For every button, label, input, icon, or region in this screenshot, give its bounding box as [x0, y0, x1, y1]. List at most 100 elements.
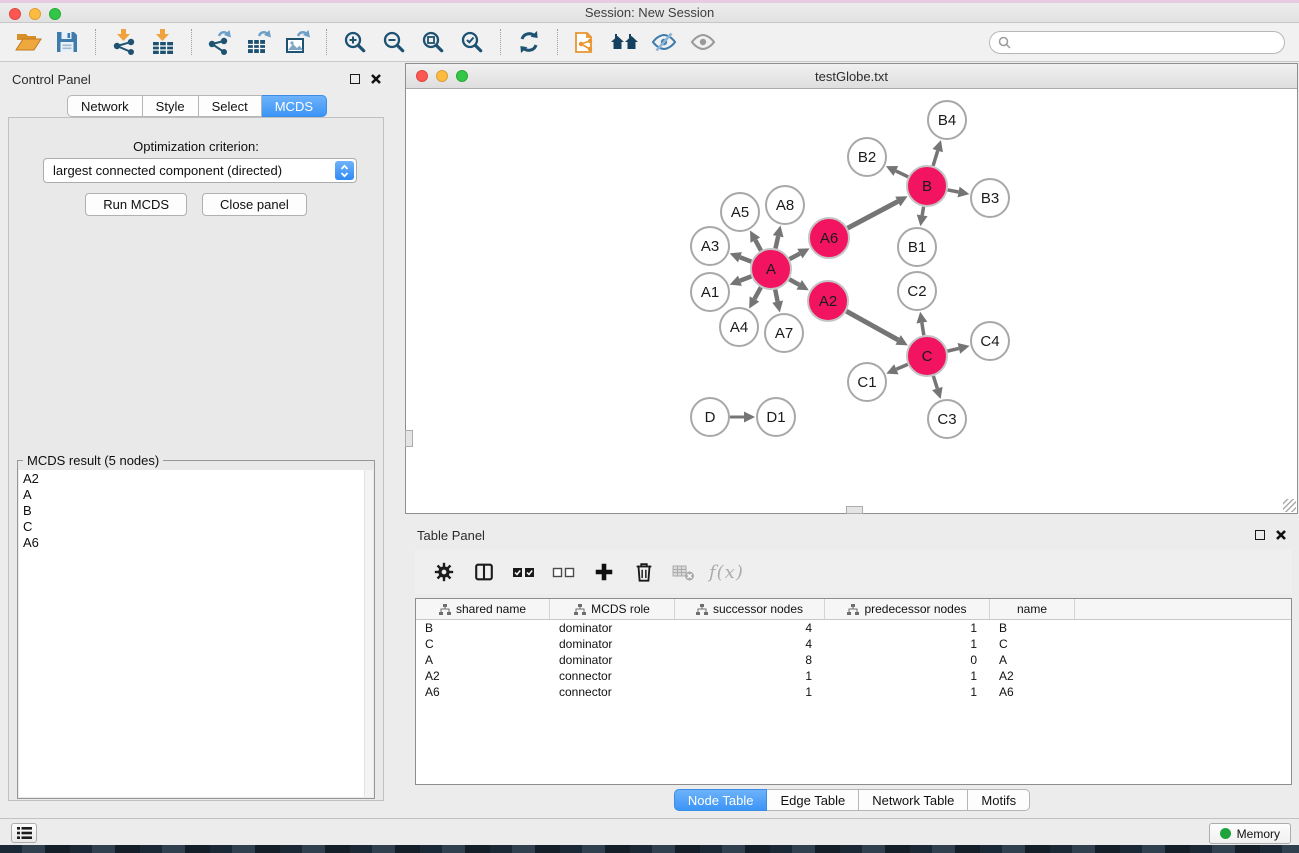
table-cell[interactable]: C	[990, 637, 1075, 651]
edge-C-C4[interactable]	[947, 348, 958, 351]
table-row[interactable]: Adominator80A	[416, 652, 1291, 668]
mcds-result-item[interactable]: A2	[23, 471, 373, 487]
export-image-button[interactable]	[280, 27, 316, 57]
close-table-panel-icon[interactable]	[1275, 529, 1287, 541]
table-cell[interactable]: 1	[675, 669, 825, 683]
close-window-button[interactable]	[9, 8, 21, 20]
table-cell[interactable]: connector	[550, 685, 675, 699]
table-row[interactable]: A2connector11A2	[416, 668, 1291, 684]
show-hidden-button[interactable]	[685, 27, 721, 57]
table-cell[interactable]: A	[990, 653, 1075, 667]
column-header-shared-name[interactable]: shared name	[416, 599, 550, 619]
network-close-button[interactable]	[416, 70, 428, 82]
table-cell[interactable]: 1	[675, 685, 825, 699]
table-cell[interactable]: B	[990, 621, 1075, 635]
table-cell[interactable]: dominator	[550, 621, 675, 635]
close-panel-button[interactable]: Close panel	[202, 193, 307, 216]
network-window-titlebar[interactable]: testGlobe.txt	[406, 64, 1297, 89]
show-columns-button[interactable]	[469, 557, 499, 587]
mcds-result-item[interactable]: A6	[23, 535, 373, 551]
table-cell[interactable]: 4	[675, 637, 825, 651]
zoom-out-button[interactable]	[376, 27, 412, 57]
edge-C-C3[interactable]	[933, 376, 937, 388]
table-cell[interactable]: 8	[675, 653, 825, 667]
network-graph[interactable]: B4B2BB3A5A8A6B1A3AC2A1A2A4A7C4CC1C3DD1	[406, 89, 1297, 513]
table-cell[interactable]: 1	[825, 685, 990, 699]
edge-C-C1[interactable]	[896, 364, 907, 369]
delete-row-button[interactable]	[629, 557, 659, 587]
tab-mcds[interactable]: MCDS	[262, 95, 327, 117]
table-cell[interactable]: connector	[550, 669, 675, 683]
table-cell[interactable]: A2	[416, 669, 550, 683]
float-panel-icon[interactable]	[350, 74, 360, 84]
zoom-window-button[interactable]	[49, 8, 61, 20]
table-cell[interactable]: 1	[825, 637, 990, 651]
new-network-from-selection-button[interactable]	[568, 27, 604, 57]
zoom-in-button[interactable]	[337, 27, 373, 57]
edge-A-A7[interactable]	[775, 290, 777, 302]
edge-A-A2[interactable]	[789, 279, 799, 285]
table-cell[interactable]: A6	[416, 685, 550, 699]
import-table-button[interactable]	[145, 27, 181, 57]
float-table-panel-icon[interactable]	[1255, 530, 1265, 540]
network-zoom-button[interactable]	[456, 70, 468, 82]
tab-edge-table[interactable]: Edge Table	[767, 789, 859, 811]
table-row[interactable]: Bdominator41B	[416, 620, 1291, 636]
edge-A-A6[interactable]	[790, 254, 800, 260]
function-builder-button[interactable]: f(x)	[709, 557, 744, 587]
edge-A-A3[interactable]	[740, 257, 751, 261]
edge-A-A4[interactable]	[754, 287, 760, 299]
mcds-result-item[interactable]: C	[23, 519, 373, 535]
table-cell[interactable]: A2	[990, 669, 1075, 683]
import-network-button[interactable]	[106, 27, 142, 57]
zoom-selected-button[interactable]	[454, 27, 490, 57]
run-mcds-button[interactable]: Run MCDS	[85, 193, 187, 216]
criterion-dropdown[interactable]: largest connected component (directed)	[43, 158, 357, 183]
add-row-button[interactable]	[589, 557, 619, 587]
mcds-result-scrollbar[interactable]	[364, 470, 373, 797]
task-history-button[interactable]	[11, 823, 37, 843]
edge-A-A8[interactable]	[775, 236, 778, 248]
tab-network[interactable]: Network	[67, 95, 143, 117]
network-minimize-button[interactable]	[436, 70, 448, 82]
select-all-button[interactable]	[509, 557, 539, 587]
mcds-result-item[interactable]: A	[23, 487, 373, 503]
tab-motifs[interactable]: Motifs	[968, 789, 1030, 811]
left-collapse-handle[interactable]	[405, 430, 413, 447]
mcds-result-item[interactable]: B	[23, 503, 373, 519]
search-input[interactable]	[989, 31, 1285, 54]
table-settings-button[interactable]	[429, 557, 459, 587]
edge-B-B2[interactable]	[896, 171, 908, 177]
column-header-MCDS-role[interactable]: MCDS role	[550, 599, 675, 619]
column-header-successor-nodes[interactable]: successor nodes	[675, 599, 825, 619]
table-row[interactable]: A6connector11A6	[416, 684, 1291, 700]
resize-grip[interactable]	[1283, 499, 1296, 512]
table-cell[interactable]: 1	[825, 621, 990, 635]
export-network-button[interactable]	[202, 27, 238, 57]
table-cell[interactable]: 1	[825, 669, 990, 683]
edge-A2-C[interactable]	[846, 311, 898, 340]
edge-B-B1[interactable]	[922, 207, 923, 216]
table-cell[interactable]: dominator	[550, 653, 675, 667]
table-cell[interactable]: A6	[990, 685, 1075, 699]
edge-A-A1[interactable]	[740, 276, 751, 280]
edge-C-C2[interactable]	[922, 323, 924, 336]
memory-button[interactable]: Memory	[1209, 823, 1291, 844]
tab-select[interactable]: Select	[199, 95, 262, 117]
close-panel-icon[interactable]	[370, 73, 382, 85]
column-header-predecessor-nodes[interactable]: predecessor nodes	[825, 599, 990, 619]
table-row[interactable]: Cdominator41C	[416, 636, 1291, 652]
table-cell[interactable]: 4	[675, 621, 825, 635]
first-neighbors-button[interactable]	[607, 27, 643, 57]
minimize-window-button[interactable]	[29, 8, 41, 20]
hide-selected-button[interactable]	[646, 27, 682, 57]
edge-B-B3[interactable]	[948, 190, 959, 192]
column-header-name[interactable]: name	[990, 599, 1075, 619]
tab-node-table[interactable]: Node Table	[674, 789, 768, 811]
delete-table-button[interactable]	[669, 557, 699, 587]
export-table-button[interactable]	[241, 27, 277, 57]
open-session-button[interactable]	[10, 27, 46, 57]
table-cell[interactable]: A	[416, 653, 550, 667]
dropdown-stepper[interactable]	[335, 161, 354, 180]
table-cell[interactable]: C	[416, 637, 550, 651]
